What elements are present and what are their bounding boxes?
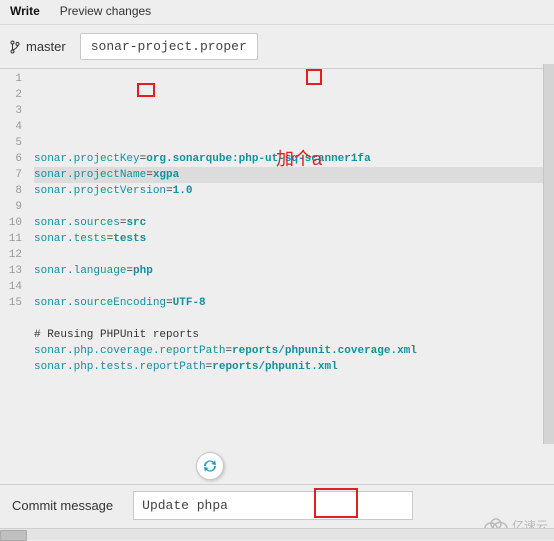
code-editor[interactable]: 123456789101112131415 加个a sonar.projectK… [0,69,554,449]
code-line[interactable]: sonar.projectName=xgpa [34,167,550,183]
branch-selector[interactable]: master [10,39,66,54]
highlight-box-1 [306,69,322,85]
code-line[interactable] [34,375,550,391]
branch-name: master [26,39,66,54]
tab-bar: Write Preview changes [0,0,554,25]
commit-message-input[interactable]: Update phpa [133,491,413,520]
code-line[interactable]: sonar.projectVersion=1.0 [34,183,550,199]
commit-value: phpa [197,498,228,513]
code-area[interactable]: 加个a sonar.projectKey=org.sonarqube:php-u… [30,69,554,449]
commit-bar: Commit message Update phpa [0,484,554,526]
horizontal-scrollbar[interactable] [0,528,554,540]
code-line[interactable] [34,199,550,215]
code-line[interactable]: sonar.php.tests.reportPath=reports/phpun… [34,359,550,375]
code-line[interactable] [34,311,550,327]
highlight-box-3 [314,488,358,518]
git-branch-icon [10,40,20,54]
commit-prefix: Update [142,498,197,513]
filename-input[interactable]: sonar-project.proper [80,33,258,60]
code-line[interactable]: # Reusing PHPUnit reports [34,327,550,343]
annotation-text: 加个a [276,151,322,167]
code-line[interactable] [34,247,550,263]
code-line[interactable]: sonar.language=php [34,263,550,279]
commit-label: Commit message [12,498,113,513]
code-line[interactable]: sonar.sources=src [34,215,550,231]
toolbar: master sonar-project.proper [0,25,554,69]
highlight-box-2 [137,83,155,97]
code-line[interactable]: sonar.sourceEncoding=UTF-8 [34,295,550,311]
code-line[interactable]: sonar.tests=tests [34,231,550,247]
tab-preview[interactable]: Preview changes [60,4,151,18]
line-gutter: 123456789101112131415 [0,69,30,449]
sync-icon [202,458,218,474]
code-line[interactable] [34,279,550,295]
tab-write[interactable]: Write [10,4,40,18]
sync-button[interactable] [196,452,224,480]
vertical-scrollbar[interactable] [543,64,554,444]
code-line[interactable]: sonar.php.coverage.reportPath=reports/ph… [34,343,550,359]
